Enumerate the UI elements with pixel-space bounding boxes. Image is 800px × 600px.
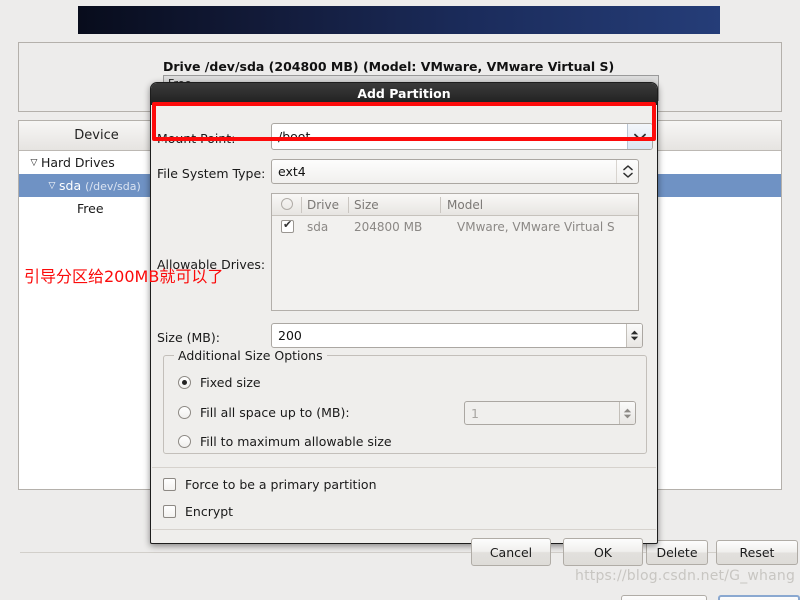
mount-point-label: Mount Point:: [157, 131, 236, 146]
radio-fill-to-maximum-allowable-size-label: Fill to maximum allowable size: [200, 434, 392, 449]
force-primary-partition-label: Force to be a primary partition: [185, 477, 377, 492]
select-all-circle-icon[interactable]: [281, 198, 293, 210]
expander-triangle-icon[interactable]: ▽: [27, 152, 41, 175]
back-button[interactable]: Back: [621, 595, 707, 600]
radio-fill-all-space-up-to[interactable]: [178, 406, 191, 419]
tree-item-device-path: (/dev/sda): [85, 180, 141, 193]
drive-checkbox[interactable]: [281, 218, 294, 233]
mount-point-value: /boot: [278, 129, 311, 144]
file-system-type-label: File System Type:: [157, 166, 266, 181]
size-mb-value: 200: [278, 328, 302, 343]
size-mb-input[interactable]: 200: [271, 323, 643, 348]
encrypt-label: Encrypt: [185, 504, 234, 519]
drive-model-cell: VMware, VMware Virtual S: [457, 220, 615, 234]
radio-fill-all-space-up-to-label: Fill all space up to (MB):: [200, 405, 350, 420]
radio-fixed-size-label: Fixed size: [200, 375, 261, 390]
file-system-type-select[interactable]: ext4: [271, 159, 639, 184]
dialog-title: Add Partition: [151, 83, 657, 105]
additional-size-options-legend: Additional Size Options: [174, 348, 327, 363]
column-header-drive[interactable]: Drive: [307, 198, 339, 212]
column-header-size[interactable]: Size: [354, 198, 379, 212]
chevron-updown-icon[interactable]: [616, 160, 638, 183]
force-primary-partition-checkbox[interactable]: [163, 478, 176, 491]
additional-size-options-group: Additional Size Options Fixed size Fill …: [163, 348, 647, 454]
add-partition-dialog: Add Partition Mount Point: /boot File Sy…: [150, 82, 658, 566]
allowable-drives-list[interactable]: Drive Size Model sda 204800 MB VMware, V…: [271, 193, 639, 311]
divider: [152, 467, 656, 468]
file-system-type-value: ext4: [278, 164, 306, 179]
tree-row-content: ▽ sda (/dev/sda): [19, 178, 141, 193]
fill-all-space-up-to-input[interactable]: 1: [464, 401, 636, 425]
ok-button[interactable]: OK: [563, 538, 643, 566]
column-divider: [348, 197, 349, 213]
tree-item-label: Free: [77, 201, 104, 216]
watermark: https://blog.csdn.net/G_whang: [575, 568, 796, 584]
fill-all-space-stepper[interactable]: [619, 402, 635, 424]
divider: [152, 529, 656, 530]
radio-fixed-size[interactable]: [178, 376, 191, 389]
top-banner: [78, 6, 720, 34]
fill-all-space-up-to-value: 1: [471, 405, 479, 421]
chevron-down-icon[interactable]: [627, 124, 652, 149]
column-header-model[interactable]: Model: [447, 198, 483, 212]
mount-point-input[interactable]: /boot: [271, 123, 653, 150]
tree-row-content: ▽ Hard Drives: [19, 155, 115, 170]
allowable-drives-header: Drive Size Model: [272, 194, 638, 216]
annotation-text: 引导分区给200MB就可以了: [24, 267, 224, 286]
tree-item-label: Hard Drives: [41, 155, 115, 170]
column-divider: [440, 197, 441, 213]
expander-triangle-icon[interactable]: ▽: [45, 175, 59, 198]
drive-name-cell: sda: [307, 220, 329, 234]
encrypt-checkbox[interactable]: [163, 505, 176, 518]
column-divider: [301, 197, 302, 213]
radio-fill-to-maximum-allowable-size[interactable]: [178, 435, 191, 448]
dialog-body: Mount Point: /boot File System Type: ext…: [151, 105, 657, 566]
tree-item-label: sda: [59, 178, 82, 193]
size-mb-label: Size (MB):: [157, 330, 220, 345]
reset-button[interactable]: Reset: [716, 540, 798, 565]
drive-title: Drive /dev/sda (204800 MB) (Model: VMwar…: [163, 59, 615, 74]
screen-root: Drive /dev/sda (204800 MB) (Model: VMwar…: [0, 0, 800, 600]
next-button[interactable]: Next: [718, 595, 800, 600]
allowable-drives-row[interactable]: sda 204800 MB VMware, VMware Virtual S: [272, 216, 638, 238]
size-mb-stepper[interactable]: [626, 324, 642, 347]
cancel-button[interactable]: Cancel: [471, 538, 551, 566]
drive-size-cell: 204800 MB: [354, 220, 423, 234]
